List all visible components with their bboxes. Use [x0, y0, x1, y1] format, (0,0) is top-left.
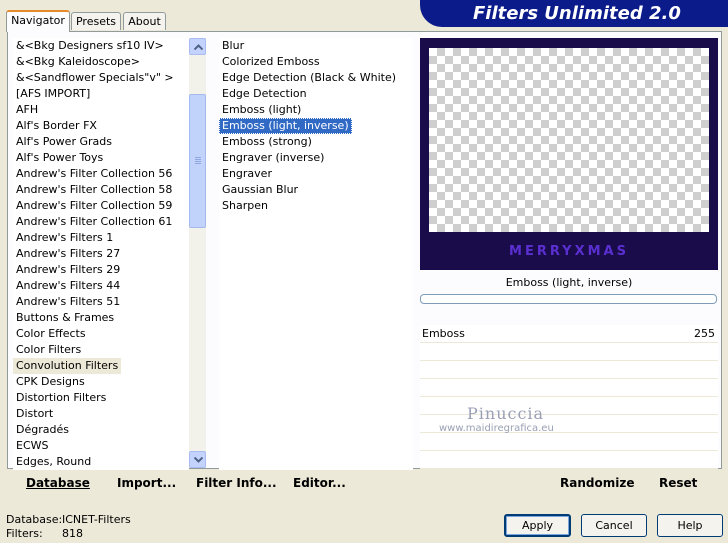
- category-item[interactable]: Andrew's Filter Collection 56: [13, 166, 175, 182]
- param-row[interactable]: Emboss 255: [420, 325, 718, 343]
- filter-item[interactable]: Colorized Emboss: [219, 54, 323, 70]
- param-name: Emboss: [422, 327, 465, 340]
- bottom-toolbar-right: Randomize Reset: [420, 470, 721, 499]
- category-item[interactable]: Alf's Power Grads: [13, 134, 115, 150]
- database-label: Database:: [6, 513, 63, 526]
- category-item[interactable]: ECWS: [13, 438, 52, 454]
- category-item[interactable]: Andrew's Filter Collection 61: [13, 214, 175, 230]
- category-item[interactable]: Andrew's Filters 44: [13, 278, 123, 294]
- import-button[interactable]: Import...: [117, 476, 176, 490]
- category-item[interactable]: Alf's Power Toys: [13, 150, 106, 166]
- category-item[interactable]: Dégradés: [13, 422, 72, 438]
- bottom-toolbar-left: Database Import... Filter Info... Editor…: [8, 470, 415, 499]
- filter-item[interactable]: Emboss (strong): [219, 134, 315, 150]
- category-item[interactable]: Distortion Filters: [13, 390, 109, 406]
- category-item[interactable]: Color Filters: [13, 342, 84, 358]
- chevron-down-icon: [194, 457, 203, 463]
- category-item[interactable]: CPK Designs: [13, 374, 88, 390]
- category-item[interactable]: Alf's Border FX: [13, 118, 100, 134]
- filters-count-value: 818: [62, 527, 83, 540]
- category-item[interactable]: Andrew's Filters 51: [13, 294, 123, 310]
- chevron-up-icon: [194, 44, 203, 50]
- category-scrollbar[interactable]: [189, 38, 206, 468]
- category-list[interactable]: &<Bkg Designers sf10 IV> &<Bkg Kaleidosco…: [13, 38, 189, 470]
- category-item[interactable]: &<Sandflower Specials"v" >: [13, 70, 177, 86]
- category-item[interactable]: AFH: [13, 102, 41, 118]
- filter-item[interactable]: Gaussian Blur: [219, 182, 301, 198]
- category-item[interactable]: Edges, Round: [13, 454, 94, 470]
- tab-about[interactable]: About: [123, 12, 166, 30]
- category-item[interactable]: Distort: [13, 406, 56, 422]
- tab-presets[interactable]: Presets: [71, 12, 121, 30]
- category-item[interactable]: Andrew's Filter Collection 59: [13, 198, 175, 214]
- filter-list[interactable]: Blur Colorized Emboss Edge Detection (Blac…: [219, 38, 413, 470]
- filter-item[interactable]: Edge Detection: [219, 86, 310, 102]
- preview-caption-art: MERRYXMAS: [509, 244, 629, 259]
- help-button[interactable]: Help: [657, 514, 723, 537]
- database-value: ICNET-Filters: [62, 513, 131, 526]
- filter-item[interactable]: Emboss (light): [219, 102, 304, 118]
- tab-navigator[interactable]: Navigator: [6, 10, 70, 32]
- category-item[interactable]: Andrew's Filter Collection 58: [13, 182, 175, 198]
- category-item[interactable]: Andrew's Filters 1: [13, 230, 116, 246]
- progress-bar: [420, 294, 717, 304]
- category-item[interactable]: Convolution Filters: [13, 358, 122, 374]
- scroll-up-button[interactable]: [189, 38, 206, 55]
- apply-button[interactable]: Apply: [504, 514, 571, 537]
- editor-button[interactable]: Editor...: [293, 476, 346, 490]
- parameter-list[interactable]: Emboss 255: [420, 325, 718, 469]
- filter-item[interactable]: Blur: [219, 38, 247, 54]
- scroll-thumb[interactable]: [189, 94, 206, 228]
- category-item[interactable]: &<Bkg Kaleidoscope>: [13, 54, 143, 70]
- category-item[interactable]: Andrew's Filters 29: [13, 262, 123, 278]
- category-item[interactable]: Andrew's Filters 27: [13, 246, 123, 262]
- watermark-name: Pinuccia: [467, 404, 545, 423]
- scroll-down-button[interactable]: [189, 451, 206, 468]
- watermark-site: www.maidiregrafica.eu: [439, 423, 554, 434]
- param-value[interactable]: 255: [694, 327, 715, 340]
- cancel-button[interactable]: Cancel: [581, 514, 647, 537]
- filters-count-label: Filters:: [6, 527, 43, 540]
- filter-info-button[interactable]: Filter Info...: [196, 476, 277, 490]
- app-title: Filters Unlimited 2.0: [473, 3, 681, 24]
- watermark: Pinuccia www.maidiregrafica.eu: [439, 404, 554, 434]
- filter-item[interactable]: Engraver (inverse): [219, 150, 327, 166]
- category-item[interactable]: [AFS IMPORT]: [13, 86, 93, 102]
- database-button[interactable]: Database: [26, 476, 90, 490]
- filter-item[interactable]: Edge Detection (Black & White): [219, 70, 399, 86]
- filter-item[interactable]: Sharpen: [219, 198, 271, 214]
- transparency-checkerboard: [429, 48, 709, 232]
- category-item[interactable]: Buttons & Frames: [13, 310, 117, 326]
- preview-image: MERRYXMAS: [420, 38, 718, 270]
- filter-item[interactable]: Engraver: [219, 166, 275, 182]
- category-item[interactable]: Color Effects: [13, 326, 89, 342]
- selected-filter-label: Emboss (light, inverse): [505, 276, 633, 289]
- randomize-button[interactable]: Randomize: [560, 476, 634, 490]
- filter-item[interactable]: Emboss (light, inverse): [219, 118, 352, 134]
- reset-button[interactable]: Reset: [659, 476, 697, 490]
- category-item[interactable]: &<Bkg Designers sf10 IV>: [13, 38, 167, 54]
